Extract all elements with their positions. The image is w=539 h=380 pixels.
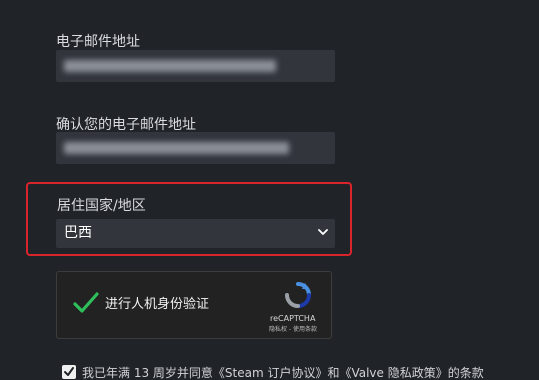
agree-checkbox[interactable] bbox=[62, 365, 76, 379]
email-label: 电子邮件地址 bbox=[56, 34, 140, 50]
account-form-page: 电子邮件地址 确认您的电子邮件地址 居住国家/地区 巴西 进行人机身份验证 re… bbox=[0, 0, 539, 380]
recaptcha-label: 进行人机身份验证 bbox=[105, 297, 210, 312]
recaptcha-brand: reCAPTCHA bbox=[270, 314, 316, 323]
agreement-text: 我已年满 13 周岁并同意《Steam 订户协议》和《Valve 隐私政策》的条… bbox=[82, 366, 484, 380]
checkmark-icon bbox=[73, 292, 99, 313]
email-field[interactable] bbox=[56, 50, 335, 82]
country-select-value: 巴西 bbox=[64, 225, 92, 241]
check-icon bbox=[64, 367, 74, 376]
blurred-confirm-email-value bbox=[64, 142, 289, 154]
recaptcha-logo-icon bbox=[285, 282, 311, 308]
blurred-email-value bbox=[64, 60, 276, 72]
chevron-down-icon bbox=[318, 229, 328, 235]
country-select[interactable]: 巴西 bbox=[56, 219, 335, 248]
recaptcha-widget[interactable]: 进行人机身份验证 reCAPTCHA 隐私权 - 使用条款 bbox=[56, 271, 332, 339]
confirm-email-field[interactable] bbox=[56, 132, 335, 164]
country-label: 居住国家/地区 bbox=[57, 198, 146, 214]
recaptcha-privacy-terms-links[interactable]: 隐私权 - 使用条款 bbox=[269, 326, 317, 334]
